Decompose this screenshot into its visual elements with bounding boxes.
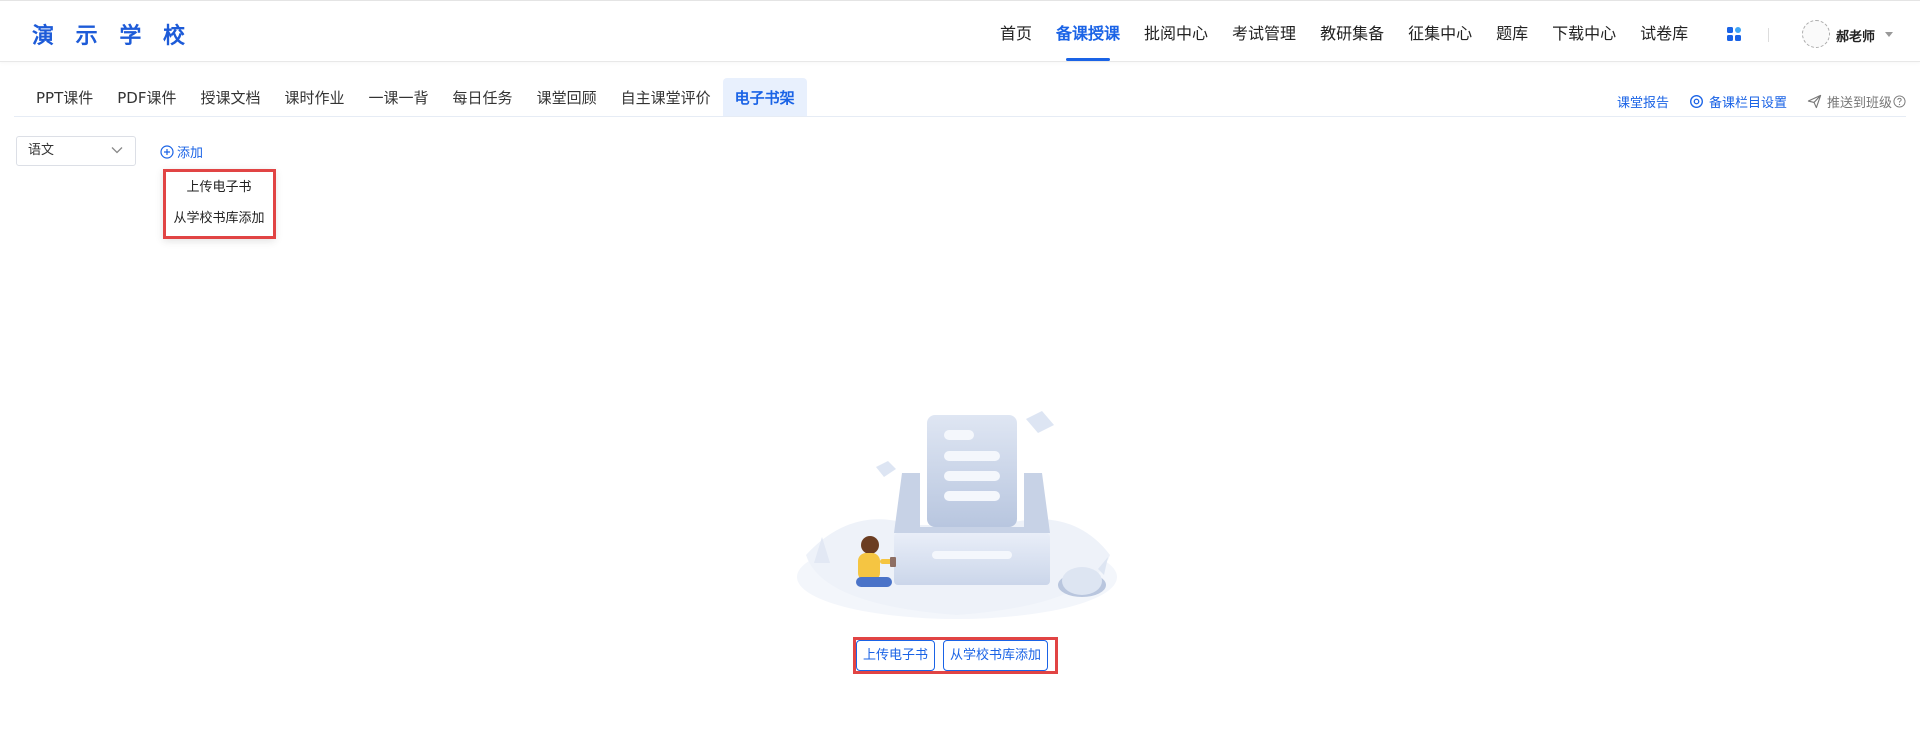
nav-item-lesson-prep[interactable]: 备课授课 <box>1056 1 1120 63</box>
menu-item-add-from-library[interactable]: 从学校书库添加 <box>163 206 275 237</box>
top-navbar: 演 示 学 校 首页 备课授课 批阅中心 考试管理 教研集备 征集中心 题库 下… <box>0 0 1920 62</box>
avatar-icon[interactable] <box>1802 20 1830 48</box>
tab-pdf[interactable]: PDF课件 <box>105 78 188 116</box>
chevron-down-icon <box>111 147 123 154</box>
tab-class-review[interactable]: 课堂回顾 <box>525 78 609 116</box>
grid-apps-icon[interactable] <box>1726 26 1742 42</box>
empty-box-illustration <box>797 411 1117 619</box>
menu-item-upload-ebook[interactable]: 上传电子书 <box>163 175 275 206</box>
nav-item-collection[interactable]: 征集中心 <box>1408 1 1472 63</box>
main-nav: 首页 备课授课 批阅中心 考试管理 教研集备 征集中心 题库 下载中心 试卷库 <box>1000 1 1712 63</box>
nav-item-research[interactable]: 教研集备 <box>1320 1 1384 63</box>
add-button-label: 添加 <box>177 146 204 161</box>
sub-tabs: PPT课件 PDF课件 授课文档 课时作业 一课一背 每日任务 课堂回顾 自主课… <box>24 78 807 116</box>
school-logo[interactable]: 演 示 学 校 <box>32 18 192 50</box>
header-divider <box>1768 28 1769 42</box>
tab-teaching-docs[interactable]: 授课文档 <box>189 78 273 116</box>
nav-item-exams[interactable]: 考试管理 <box>1232 1 1296 63</box>
nav-item-grading[interactable]: 批阅中心 <box>1144 1 1208 63</box>
empty-state-actions: 上传电子书 从学校书库添加 <box>856 640 1056 671</box>
chevron-down-icon[interactable] <box>1885 32 1893 37</box>
gear-icon <box>1690 95 1703 108</box>
push-to-class-label: 推送到班级 <box>1826 96 1892 111</box>
tab-ebook-shelf[interactable]: 电子书架 <box>722 78 807 116</box>
add-button[interactable]: 添加 <box>160 142 203 161</box>
tabs-divider <box>14 116 1906 117</box>
nav-item-downloads[interactable]: 下载中心 <box>1552 1 1616 63</box>
class-report-link[interactable]: 课堂报告 <box>1617 92 1669 111</box>
nav-item-home[interactable]: 首页 <box>1000 1 1032 63</box>
column-settings-link[interactable]: 备课栏目设置 <box>1689 92 1787 111</box>
subject-select-value: 语文 <box>28 143 55 158</box>
header-actions: 课堂报告 备课栏目设置 推送到班级 <box>1597 92 1906 111</box>
tab-ppt[interactable]: PPT课件 <box>24 78 105 116</box>
class-report-label: 课堂报告 <box>1616 96 1669 111</box>
subject-select[interactable]: 语文 <box>16 136 136 166</box>
add-from-library-button[interactable]: 从学校书库添加 <box>943 640 1049 671</box>
tab-daily-task[interactable]: 每日任务 <box>441 78 525 116</box>
add-dropdown-menu: 上传电子书 从学校书库添加 <box>163 169 275 239</box>
column-settings-label: 备课栏目设置 <box>1708 96 1787 111</box>
user-name[interactable]: 郝老师 <box>1836 26 1875 45</box>
help-icon[interactable] <box>1893 95 1906 108</box>
nav-item-question-bank[interactable]: 题库 <box>1496 1 1528 63</box>
push-to-class-link[interactable]: 推送到班级 <box>1807 92 1906 111</box>
plus-circle-icon <box>160 144 174 159</box>
send-icon <box>1807 94 1822 109</box>
upload-ebook-button[interactable]: 上传电子书 <box>856 640 936 671</box>
tab-recite[interactable]: 一课一背 <box>357 78 441 116</box>
tab-homework[interactable]: 课时作业 <box>273 78 357 116</box>
tab-self-evaluation[interactable]: 自主课堂评价 <box>609 78 723 116</box>
nav-item-paper-library[interactable]: 试卷库 <box>1640 1 1688 63</box>
